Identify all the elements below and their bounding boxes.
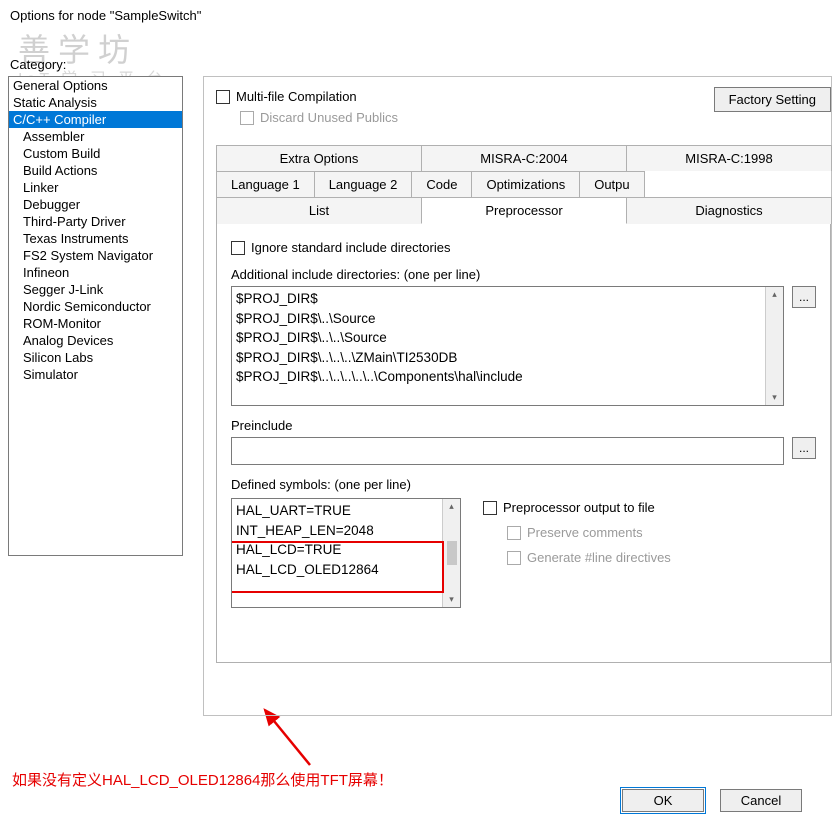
defined-symbols-label: Defined symbols: (one per line) [231, 477, 816, 492]
tab-language-1[interactable]: Language 1 [216, 171, 315, 197]
category-item[interactable]: Nordic Semiconductor [9, 298, 182, 315]
checkbox-icon [231, 241, 245, 255]
browse-preinclude-button[interactable]: ... [792, 437, 816, 459]
preinclude-label: Preinclude [231, 418, 816, 433]
include-dir-line: $PROJ_DIR$\..\..\..\..\..\Components\hal… [236, 367, 779, 387]
category-item[interactable]: Build Actions [9, 162, 182, 179]
category-item[interactable]: ROM-Monitor [9, 315, 182, 332]
category-list[interactable]: General OptionsStatic AnalysisC/C++ Comp… [8, 76, 183, 556]
tab-code[interactable]: Code [411, 171, 472, 197]
browse-include-button[interactable]: ... [792, 286, 816, 308]
checkbox-icon [507, 551, 521, 565]
tabs-row-3: ListPreprocessorDiagnostics [216, 197, 831, 224]
tab-list[interactable]: List [216, 197, 422, 224]
annotation-text: 如果没有定义HAL_LCD_OLED12864那么使用TFT屏幕！ [12, 769, 393, 790]
category-item[interactable]: Third-Party Driver [9, 213, 182, 230]
scroll-up-icon: ▴ [772, 289, 777, 300]
include-dir-line: $PROJ_DIR$\..\..\..\ZMain\TI2530DB [236, 348, 779, 368]
tab-optimizations[interactable]: Optimizations [471, 171, 580, 197]
tab-misra-c-2004[interactable]: MISRA-C:2004 [421, 145, 627, 171]
tabs-row-1: Extra OptionsMISRA-C:2004MISRA-C:1998 [216, 145, 831, 171]
checkbox-icon [216, 90, 230, 104]
multifile-label: Multi-file Compilation [236, 89, 357, 104]
scrollbar[interactable]: ▴ ▾ [442, 499, 460, 607]
dialog-title: Options for node "SampleSwitch" [0, 0, 832, 27]
include-dir-line: $PROJ_DIR$\..\Source [236, 309, 779, 329]
category-item[interactable]: Simulator [9, 366, 182, 383]
scroll-down-icon: ▾ [772, 392, 777, 403]
include-dir-line: $PROJ_DIR$ [236, 289, 779, 309]
category-item[interactable]: General Options [9, 77, 182, 94]
checkbox-icon [240, 111, 254, 125]
category-item[interactable]: Debugger [9, 196, 182, 213]
tab-misra-c-1998[interactable]: MISRA-C:1998 [626, 145, 832, 171]
category-item[interactable]: Assembler [9, 128, 182, 145]
ok-button[interactable]: OK [622, 789, 704, 812]
preserve-comments-checkbox: Preserve comments [483, 525, 816, 540]
checkbox-icon [507, 526, 521, 540]
defined-symbol-line: HAL_LCD_OLED12864 [236, 560, 456, 580]
include-dir-line: $PROJ_DIR$\..\..\Source [236, 328, 779, 348]
factory-settings-button[interactable]: Factory Setting [714, 87, 831, 112]
tabs-row-2: Language 1Language 2CodeOptimizationsOut… [216, 171, 831, 197]
scroll-up-icon: ▴ [449, 501, 454, 512]
preserve-label: Preserve comments [527, 525, 643, 540]
category-item[interactable]: Custom Build [9, 145, 182, 162]
pp-output-label: Preprocessor output to file [503, 500, 655, 515]
scroll-thumb[interactable] [447, 541, 457, 565]
ignore-std-include-checkbox[interactable]: Ignore standard include directories [231, 240, 816, 255]
tab-diagnostics[interactable]: Diagnostics [626, 197, 832, 224]
category-item[interactable]: Analog Devices [9, 332, 182, 349]
defined-symbol-line: INT_HEAP_LEN=2048 [236, 521, 456, 541]
ignore-std-label: Ignore standard include directories [251, 240, 450, 255]
category-item[interactable]: C/C++ Compiler [9, 111, 182, 128]
category-item[interactable]: Segger J-Link [9, 281, 182, 298]
category-item[interactable]: Linker [9, 179, 182, 196]
checkbox-icon [483, 501, 497, 515]
genline-label: Generate #line directives [527, 550, 671, 565]
category-item[interactable]: Static Analysis [9, 94, 182, 111]
scrollbar[interactable]: ▴ ▾ [765, 287, 783, 405]
category-item[interactable]: Silicon Labs [9, 349, 182, 366]
tab-preprocessor-content: Ignore standard include directories Addi… [216, 223, 831, 663]
discard-unused-checkbox: Discard Unused Publics [216, 110, 831, 125]
discard-label: Discard Unused Publics [260, 110, 398, 125]
additional-include-textarea[interactable]: $PROJ_DIR$$PROJ_DIR$\..\Source$PROJ_DIR$… [231, 286, 784, 406]
generate-line-checkbox: Generate #line directives [483, 550, 816, 565]
tab-preprocessor[interactable]: Preprocessor [421, 197, 627, 224]
preinclude-input[interactable] [231, 437, 784, 465]
defined-symbols-textarea[interactable]: HAL_UART=TRUEINT_HEAP_LEN=2048HAL_LCD=TR… [231, 498, 461, 608]
scroll-down-icon: ▾ [449, 594, 454, 605]
cancel-button[interactable]: Cancel [720, 789, 802, 812]
additional-include-label: Additional include directories: (one per… [231, 267, 816, 282]
category-item[interactable]: FS2 System Navigator [9, 247, 182, 264]
tab-extra-options[interactable]: Extra Options [216, 145, 422, 171]
category-item[interactable]: Texas Instruments [9, 230, 182, 247]
category-item[interactable]: Infineon [9, 264, 182, 281]
preprocessor-output-checkbox[interactable]: Preprocessor output to file [483, 500, 816, 515]
tab-outpu[interactable]: Outpu [579, 171, 644, 197]
defined-symbol-line: HAL_UART=TRUE [236, 501, 456, 521]
defined-symbol-line: HAL_LCD=TRUE [236, 540, 456, 560]
category-label: Category: [0, 27, 832, 76]
settings-panel: Factory Setting Multi-file Compilation D… [203, 76, 832, 716]
tab-language-2[interactable]: Language 2 [314, 171, 413, 197]
